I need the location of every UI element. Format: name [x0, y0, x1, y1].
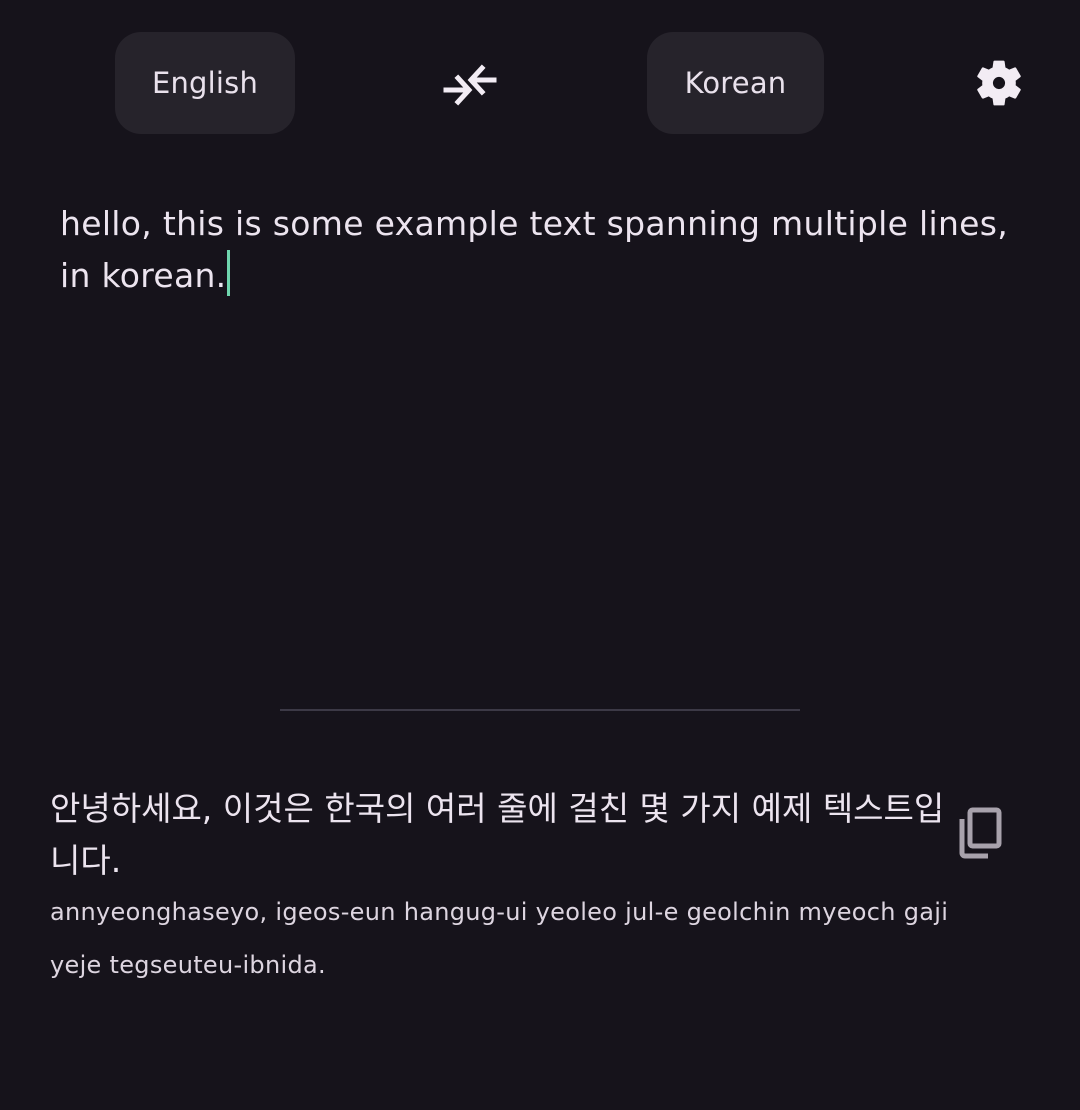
source-language-button[interactable]: English: [115, 32, 295, 134]
source-language-label: English: [151, 66, 259, 100]
source-text-value: hello, this is some example text spannin…: [60, 204, 1009, 295]
translation-output: 안녕하세요, 이것은 한국의 여러 줄에 걸친 몇 가지 예제 텍스트입니다.: [50, 789, 945, 880]
romanization-output: annyeonghaseyo, igeos-eun hangug-ui yeol…: [50, 898, 949, 979]
target-language-label: Korean: [684, 66, 787, 100]
text-cursor: [227, 250, 231, 296]
copy-button[interactable]: [948, 800, 1010, 866]
gear-icon: [977, 60, 1021, 106]
copy-icon: [959, 807, 1002, 859]
swap-arrows-icon: [443, 64, 497, 106]
source-text-input[interactable]: hello, this is some example text spannin…: [60, 198, 1020, 302]
target-language-button[interactable]: Korean: [647, 32, 824, 134]
settings-button[interactable]: [966, 50, 1032, 116]
swap-languages-button[interactable]: [432, 54, 508, 114]
divider: [280, 709, 800, 711]
